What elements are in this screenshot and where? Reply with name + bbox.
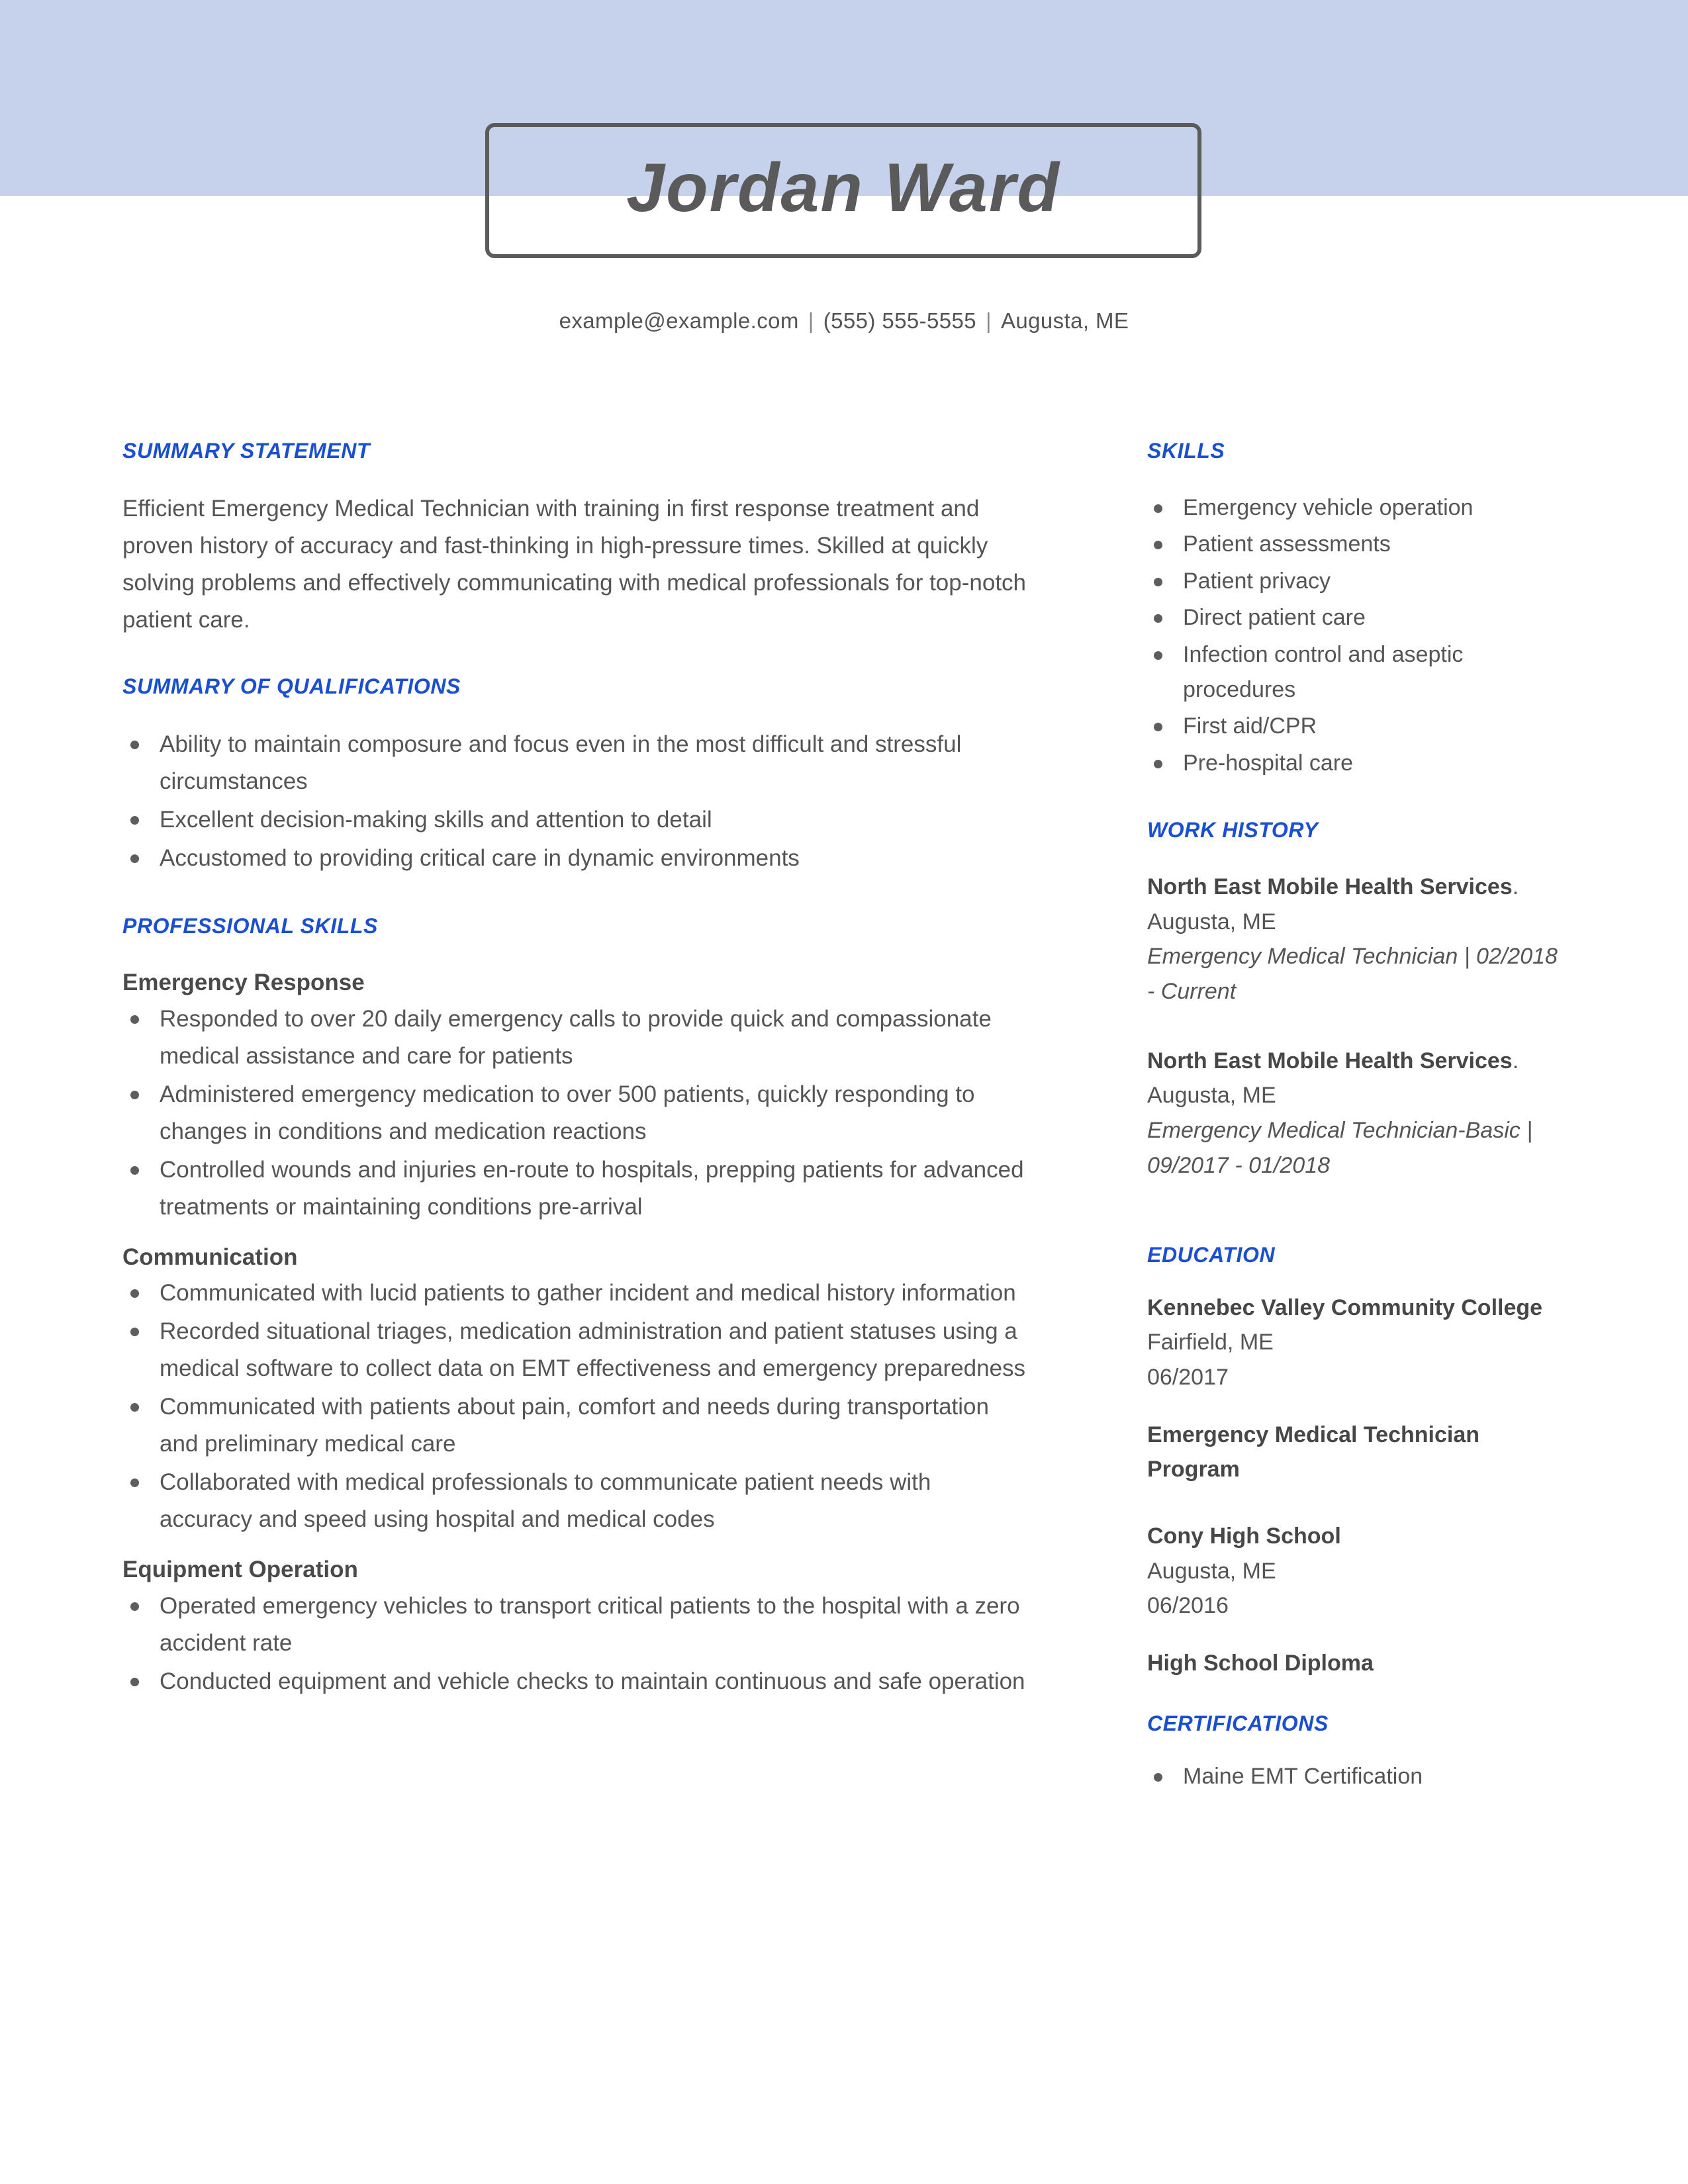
list-item: Controlled wounds and injuries en-route … (122, 1152, 1029, 1226)
list-item: Direct patient care (1147, 600, 1571, 635)
list-item: Maine EMT Certification (1147, 1759, 1571, 1794)
work-role-and-dates: Emergency Medical Technician-Basic | 09/… (1147, 1118, 1533, 1178)
list-item: First aid/CPR (1147, 709, 1571, 744)
work-role-and-dates: Emergency Medical Technician | 02/2018 -… (1147, 944, 1558, 1005)
list-item: Excellent decision-making skills and att… (122, 801, 1029, 839)
work-organization: North East Mobile Health Services (1147, 874, 1513, 899)
list-item: Infection control and aseptic procedures (1147, 637, 1571, 708)
left-column: SUMMARY STATEMENT Efficient Emergency Me… (122, 440, 1029, 1702)
skills-list: Emergency vehicle operation Patient asse… (1147, 490, 1571, 781)
education-place: Fairfield, ME (1147, 1330, 1274, 1355)
education-entry: Cony High School Augusta, ME 06/2016 (1147, 1519, 1571, 1623)
section-heading-education: EDUCATION (1147, 1242, 1276, 1267)
list-item: Communicated with lucid patients to gath… (122, 1275, 1029, 1312)
emergency-response-list: Responded to over 20 daily emergency cal… (122, 1001, 1029, 1226)
contact-separator-2: | (986, 308, 992, 333)
education-place: Augusta, ME (1147, 1558, 1276, 1584)
education-school: Kennebec Valley Community College (1147, 1295, 1543, 1320)
contact-separator-1: | (808, 308, 814, 333)
work-organization: North East Mobile Health Services (1147, 1048, 1513, 1073)
section-heading-work-history: WORK HISTORY (1147, 818, 1319, 842)
list-item: Collaborated with medical professionals … (122, 1464, 1029, 1538)
contact-phone[interactable]: (555) 555-5555 (823, 308, 976, 333)
section-heading-skills: SKILLS (1147, 439, 1225, 463)
education-degree: High School Diploma (1147, 1651, 1374, 1676)
list-item: Conducted equipment and vehicle checks t… (122, 1663, 1029, 1700)
work-history-entry: North East Mobile Health Services. Augus… (1147, 1044, 1571, 1183)
education-entry: Kennebec Valley Community College Fairfi… (1147, 1291, 1571, 1395)
skill-group-title-communication: Communication (122, 1244, 298, 1270)
work-history-entry: North East Mobile Health Services. Augus… (1147, 870, 1571, 1009)
equipment-operation-list: Operated emergency vehicles to transport… (122, 1588, 1029, 1700)
skill-group-title-equipment-operation: Equipment Operation (122, 1557, 358, 1582)
section-heading-professional-skills: PROFESSIONAL SKILLS (122, 914, 378, 938)
education-date: 06/2017 (1147, 1364, 1229, 1390)
qualifications-list: Ability to maintain composure and focus … (122, 726, 1029, 877)
name-title-box: Jordan Ward (485, 123, 1201, 258)
list-item: Patient privacy (1147, 564, 1571, 599)
contact-email[interactable]: example@example.com (559, 308, 799, 333)
list-item: Patient assessments (1147, 527, 1571, 562)
list-item: Pre-hospital care (1147, 746, 1571, 781)
section-heading-summary-of-qualifications: SUMMARY OF QUALIFICATIONS (122, 674, 461, 698)
skill-group-title-emergency-response: Emergency Response (122, 970, 365, 995)
list-item: Recorded situational triages, medication… (122, 1313, 1029, 1387)
education-degree: Emergency Medical Technician Program (1147, 1422, 1479, 1482)
contact-location: Augusta, ME (1000, 308, 1129, 333)
list-item: Emergency vehicle operation (1147, 490, 1571, 525)
list-item: Administered emergency medication to ove… (122, 1076, 1029, 1150)
list-item: Operated emergency vehicles to transport… (122, 1588, 1029, 1662)
list-item: Accustomed to providing critical care in… (122, 840, 1029, 877)
list-item: Ability to maintain composure and focus … (122, 726, 1029, 800)
contact-line: example@example.com | (555) 555-5555 | Augus… (0, 308, 1688, 334)
education-date: 06/2016 (1147, 1593, 1229, 1619)
page-title: Jordan Ward (626, 150, 1060, 226)
right-column: SKILLS Emergency vehicle operation Patie… (1147, 440, 1571, 1796)
communication-list: Communicated with lucid patients to gath… (122, 1275, 1029, 1538)
list-item: Responded to over 20 daily emergency cal… (122, 1001, 1029, 1075)
list-item: Communicated with patients about pain, c… (122, 1388, 1029, 1463)
summary-statement-text: Efficient Emergency Medical Technician w… (122, 496, 1027, 633)
certifications-list: Maine EMT Certification (1147, 1759, 1571, 1794)
section-heading-summary-statement: SUMMARY STATEMENT (122, 439, 371, 463)
section-heading-certifications: CERTIFICATIONS (1147, 1711, 1329, 1735)
education-school: Cony High School (1147, 1523, 1341, 1549)
